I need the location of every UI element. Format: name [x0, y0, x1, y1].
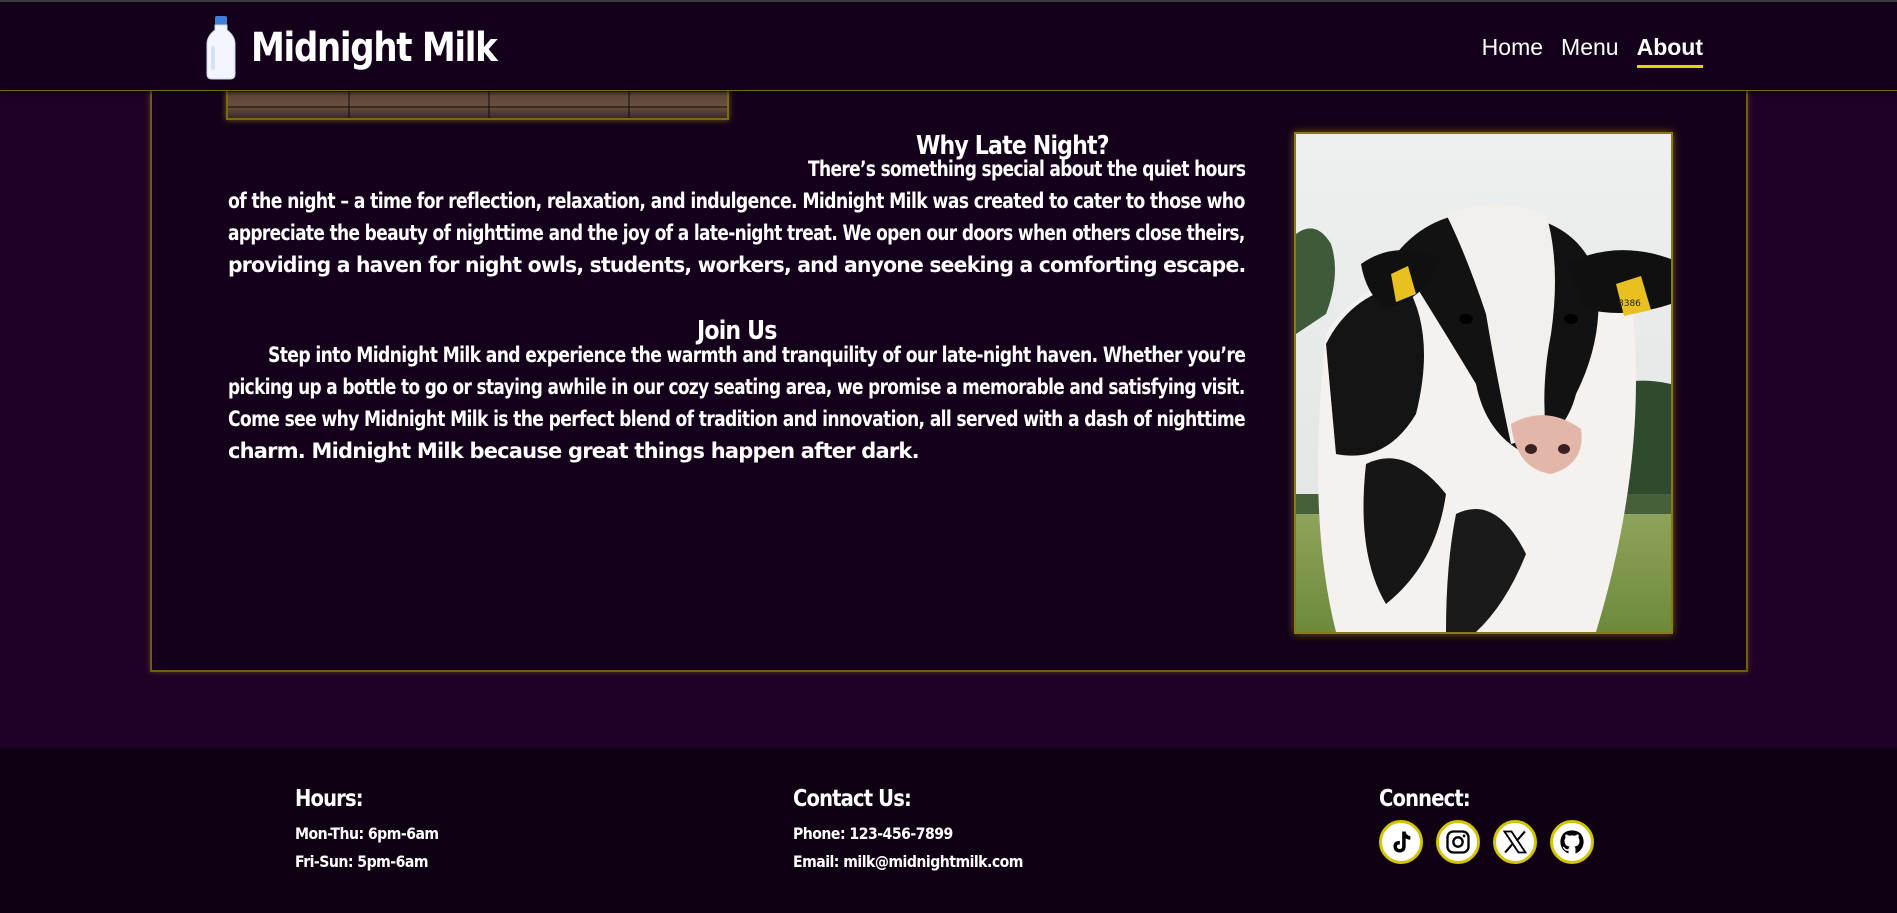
connect-heading: Connect:: [1379, 786, 1471, 812]
why-line: There’s something special about the quie…: [808, 157, 1246, 181]
cow-photo: 8386: [1294, 132, 1673, 634]
hours-heading: Hours:: [295, 786, 364, 812]
join-line: charm. Midnight Milk because great thing…: [228, 439, 920, 463]
instagram-icon: [1446, 830, 1470, 854]
x-icon: [1502, 830, 1528, 854]
site-header: Midnight Milk Home Menu About: [0, 0, 1897, 91]
main-nav: Home Menu About: [1482, 34, 1703, 68]
why-line: providing a haven for night owls, studen…: [228, 253, 1246, 277]
tiktok-icon: [1393, 831, 1411, 853]
contact-section: Contact Us: Phone: 123-456-7899 Email: m…: [793, 786, 1054, 876]
hours-line: Mon-Thu: 6pm-6am: [295, 824, 439, 843]
x-link[interactable]: [1493, 820, 1537, 864]
why-line: of the night – a time for reflection, re…: [228, 189, 1245, 213]
hours-section: Hours: Mon-Thu: 6pm-6am Fri-Sun: 5pm-6am: [295, 786, 458, 876]
join-line: picking up a bottle to go or staying awh…: [228, 375, 1245, 399]
join-line: Step into Midnight Milk and experience t…: [268, 343, 1246, 367]
join-line: Come see why Midnight Milk is the perfec…: [228, 407, 1246, 431]
tiktok-link[interactable]: [1379, 820, 1423, 864]
contact-heading: Contact Us:: [793, 786, 912, 812]
connect-section: Connect:: [1379, 786, 1594, 864]
social-links: [1379, 820, 1594, 864]
nav-home[interactable]: Home: [1482, 34, 1543, 68]
hours-line: Fri-Sun: 5pm-6am: [295, 852, 429, 871]
nav-menu[interactable]: Menu: [1561, 34, 1619, 68]
email-line[interactable]: Email: milk@midnightmilk.com: [793, 848, 1023, 876]
site-footer: Hours: Mon-Thu: 6pm-6am Fri-Sun: 5pm-6am…: [0, 748, 1897, 913]
why-line: appreciate the beauty of nighttime and t…: [228, 221, 1245, 245]
ear-tag-number: 8386: [1618, 299, 1641, 309]
milk-bottle-icon: [206, 16, 236, 80]
instagram-link[interactable]: [1436, 820, 1480, 864]
github-icon: [1560, 830, 1584, 854]
brand-name: Midnight Milk: [251, 25, 498, 71]
brand[interactable]: Midnight Milk: [205, 16, 540, 80]
nav-about[interactable]: About: [1636, 34, 1703, 68]
github-link[interactable]: [1550, 820, 1594, 864]
phone-line[interactable]: Phone: 123-456-7899: [793, 820, 1023, 848]
